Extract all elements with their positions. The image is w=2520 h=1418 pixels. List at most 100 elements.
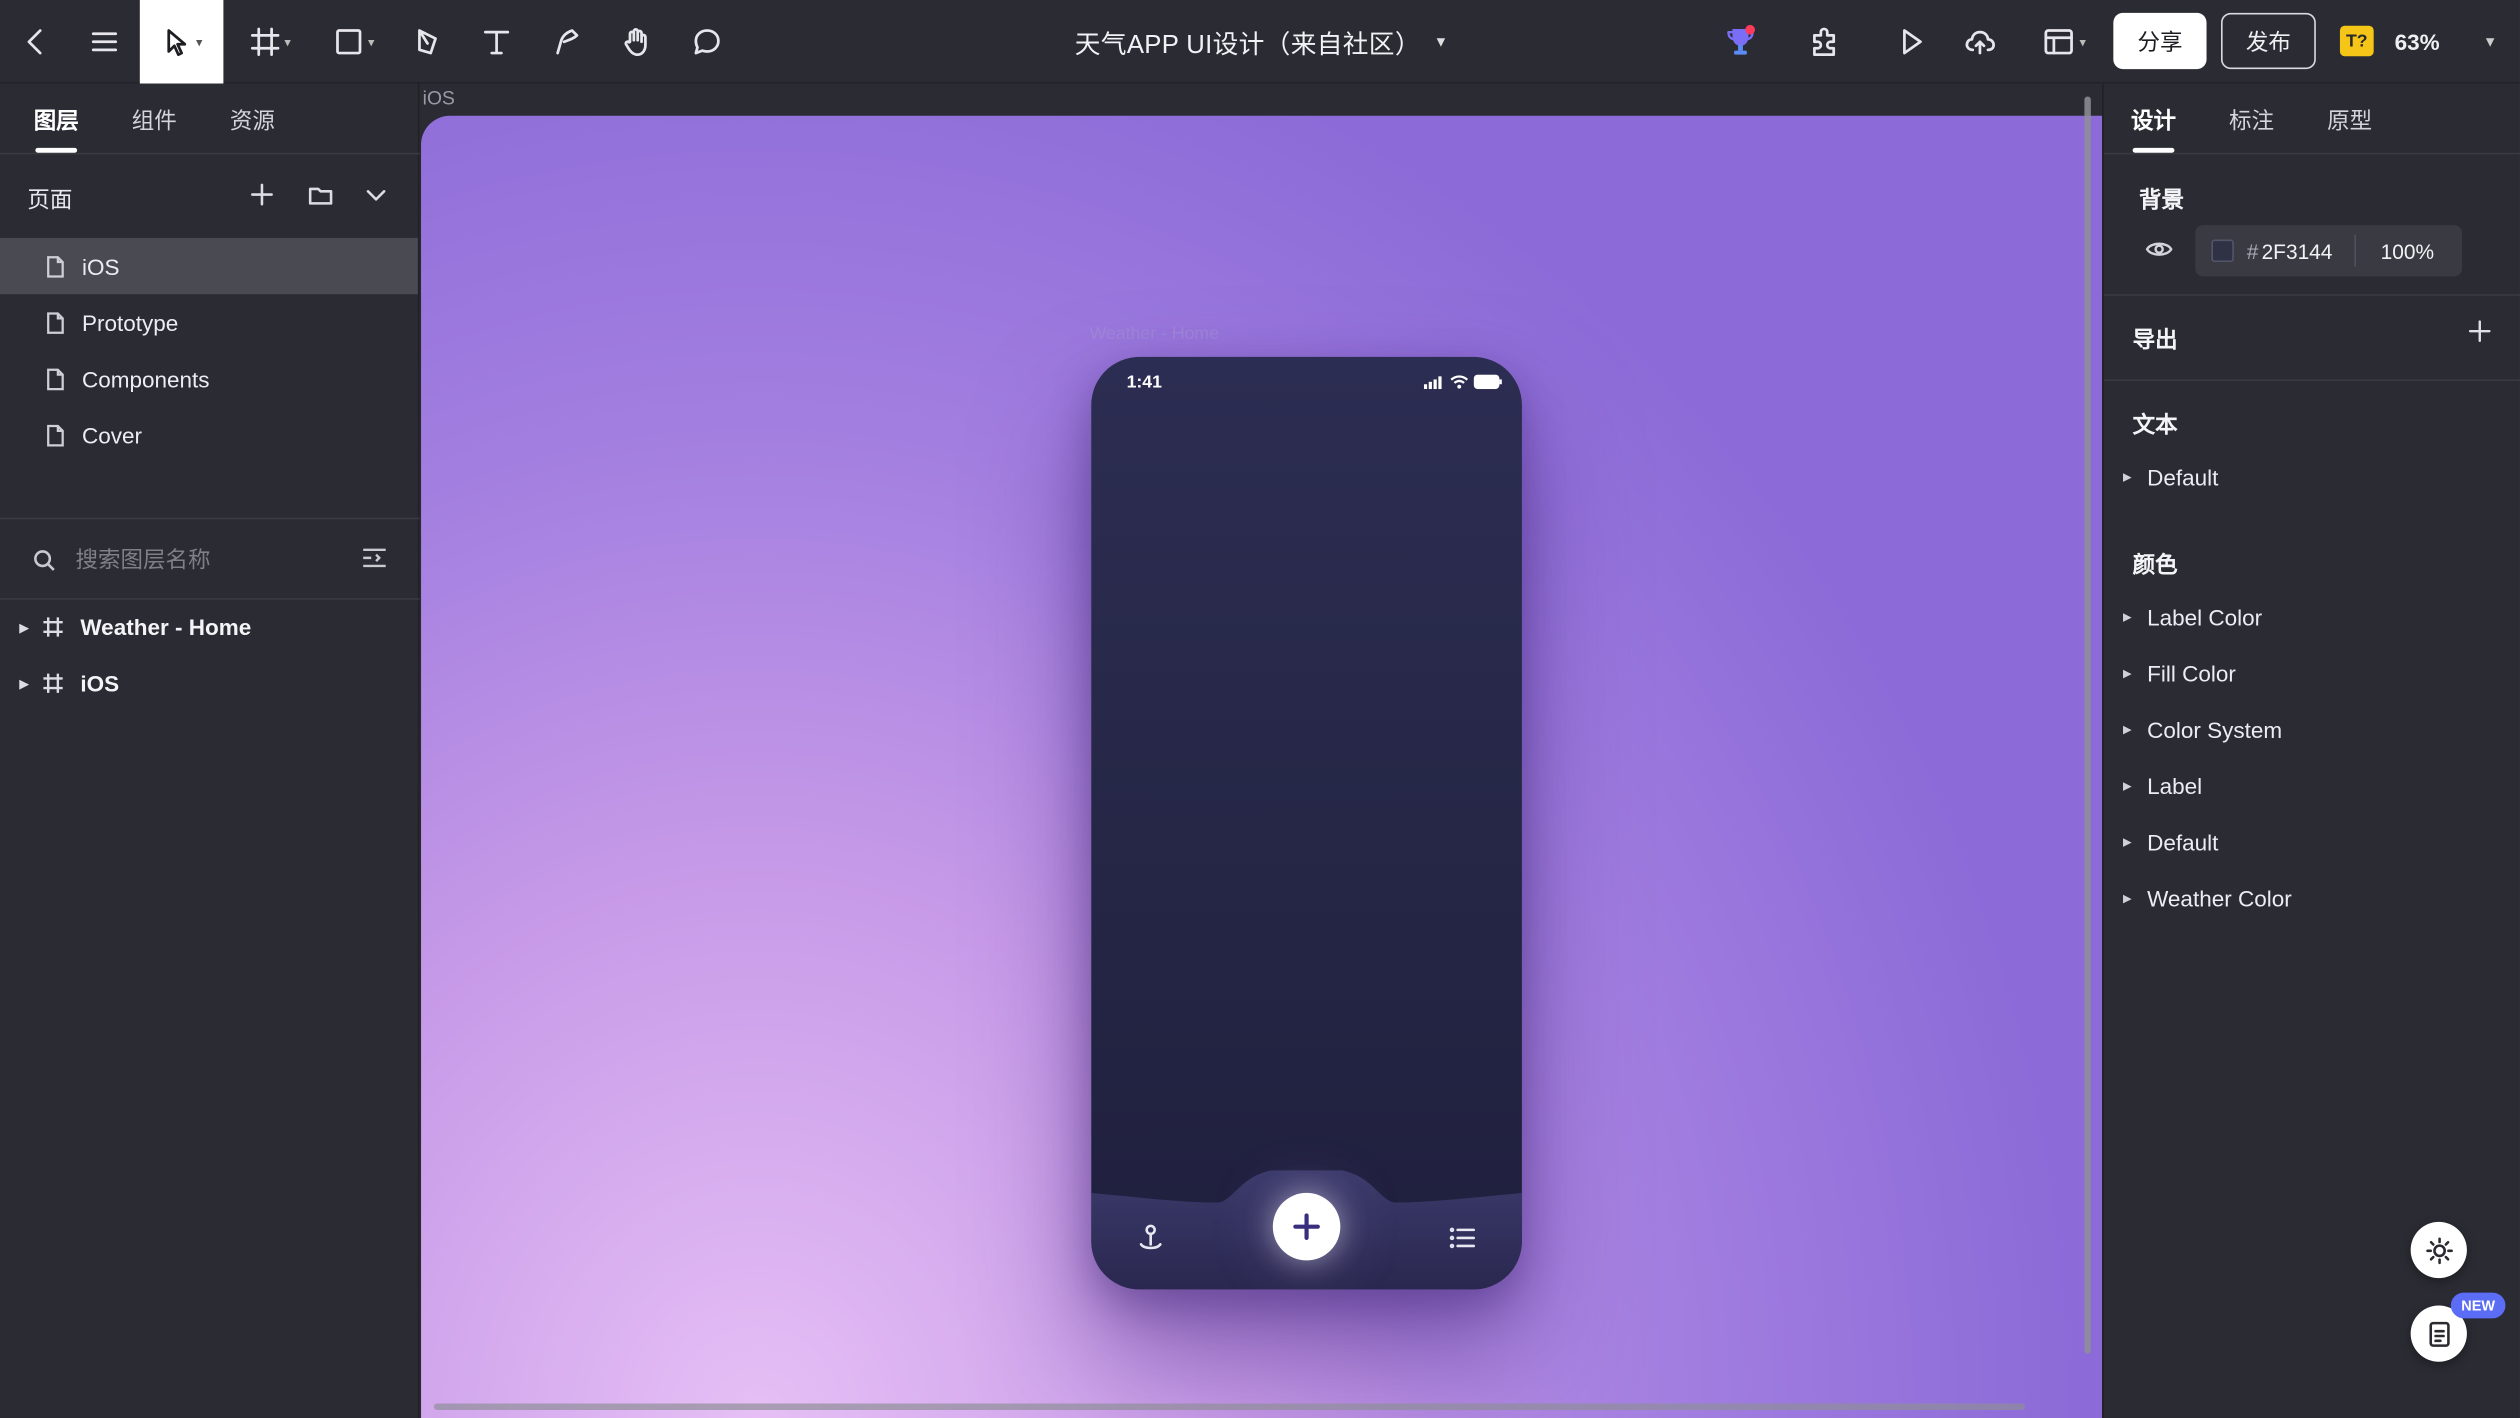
layer-search[interactable]: 搜索图层名称 (32, 534, 394, 585)
frame-name-label[interactable]: Weather - Home (1090, 325, 1219, 344)
page-icon (47, 255, 64, 277)
play-icon (1903, 29, 1922, 55)
main-menu-button[interactable] (80, 0, 128, 84)
expand-triangle-icon: ▶ (2122, 612, 2132, 624)
theme-toggle-button[interactable] (2410, 1221, 2467, 1279)
phone-frame-weather-home[interactable]: 1:41 (1091, 356, 1522, 1290)
tab-assets[interactable]: 资源 (230, 105, 275, 137)
export-heading: 导出 (2132, 326, 2178, 353)
back-icon (27, 29, 42, 55)
frame-tool-icon (250, 27, 280, 57)
missing-font-badge[interactable]: T? (2339, 25, 2374, 57)
plugins-button[interactable] (1802, 0, 1850, 84)
color-style-color-system[interactable]: ▶ Color System (2123, 712, 2282, 747)
add-page-button[interactable] (244, 177, 279, 212)
tab-list-button[interactable] (1448, 1223, 1477, 1260)
document-title[interactable]: 天气APP UI设计（来自社区） ▼ (1029, 0, 1495, 84)
tab-prototype[interactable]: 原型 (2327, 105, 2372, 137)
search-input[interactable]: 搜索图层名称 (76, 543, 211, 575)
tab-layers[interactable]: 图层 (34, 105, 79, 137)
share-button[interactable]: 分享 (2113, 12, 2207, 70)
plus-icon (251, 183, 273, 206)
tab-inspect[interactable]: 标注 (2229, 105, 2274, 137)
publish-button[interactable]: 发布 (2221, 12, 2316, 70)
frame-icon (43, 617, 63, 637)
move-tool-button[interactable]: ▾ (139, 0, 224, 84)
active-tab-indicator (2132, 147, 2175, 153)
add-city-button[interactable] (1272, 1192, 1341, 1261)
expand-triangle-icon: ▶ (2122, 725, 2132, 737)
text-tool-button[interactable] (474, 0, 519, 84)
expand-triangle-icon[interactable]: ▶ (19, 676, 41, 690)
color-style-default[interactable]: ▶ Default (2123, 825, 2218, 860)
eye-icon (2145, 242, 2173, 256)
comment-tool-button[interactable] (685, 0, 730, 84)
chevron-down-icon (366, 190, 386, 201)
background-opacity-input[interactable]: 100% (2381, 239, 2434, 263)
back-button[interactable] (13, 0, 58, 84)
background-hex-input[interactable]: 2F3144 (2262, 239, 2333, 263)
vertical-scrollbar[interactable] (2084, 96, 2091, 1354)
page-item-cover[interactable]: Cover (0, 407, 418, 463)
background-color-field[interactable]: # 2F3144 100% (2195, 225, 2463, 277)
preview-button[interactable] (1887, 0, 1935, 84)
status-bar-time: 1:41 (1126, 372, 1162, 393)
plus-icon (1293, 1213, 1320, 1241)
add-export-button[interactable] (2467, 318, 2493, 352)
frame-icon (43, 673, 63, 693)
layer-label: iOS (80, 670, 120, 697)
chevron-down-icon: ▾ (284, 34, 291, 50)
ios-board[interactable]: Weather - Home 1:41 (421, 115, 2103, 1418)
right-panel: 设计 标注 原型 背景 # 2F3144 100% 导出 文本 ▶ Defaul… (2102, 83, 2520, 1418)
color-style-label-color[interactable]: ▶ Label Color (2123, 600, 2262, 635)
location-pin-icon (1139, 1224, 1162, 1250)
background-color-swatch[interactable] (2211, 239, 2234, 263)
style-label: Label (2147, 773, 2203, 800)
upload-button[interactable] (1956, 0, 2004, 84)
color-style-fill-color[interactable]: ▶ Fill Color (2123, 656, 2236, 691)
app-window: ▾ ▾ ▾ 天气APP UI设计（来自社区） ▼ ▾ 分享 发布 T? 63% … (0, 0, 2520, 1418)
comment-tool-icon (694, 29, 720, 55)
folder-icon (308, 186, 332, 204)
page-item-prototype[interactable]: Prototype (0, 294, 418, 350)
layer-filter-button[interactable] (360, 543, 389, 580)
document-title-text: 天气APP UI设计（来自社区） (1074, 32, 1421, 60)
collapse-pages-button[interactable] (358, 177, 393, 212)
board-name-label[interactable]: iOS (423, 87, 455, 110)
pen-tool-button[interactable] (405, 0, 450, 84)
layer-weather-home[interactable]: ▶ Weather - Home (19, 603, 251, 651)
frame-tool-button[interactable]: ▾ (238, 0, 302, 84)
horizontal-scrollbar[interactable] (433, 1403, 2025, 1410)
pencil-tool-icon (556, 29, 579, 55)
layer-ios[interactable]: ▶ iOS (19, 659, 119, 707)
page-folder-button[interactable] (302, 177, 337, 212)
chevron-down-icon[interactable]: ▼ (2483, 0, 2497, 84)
tab-components[interactable]: 组件 (132, 105, 177, 137)
color-style-weather-color[interactable]: ▶ Weather Color (2123, 881, 2292, 916)
text-styles-heading: 文本 (2132, 411, 2178, 438)
chevron-down-icon: ▼ (1433, 33, 1449, 50)
tab-location-button[interactable] (1136, 1220, 1165, 1260)
page-item-components[interactable]: Components (0, 350, 418, 406)
shape-tool-button[interactable]: ▾ (321, 0, 385, 84)
background-heading: 背景 (2139, 186, 2185, 213)
background-visibility-toggle[interactable] (2145, 238, 2173, 267)
tab-design[interactable]: 设计 (2131, 105, 2176, 137)
cellular-signal-icon (1423, 375, 1442, 389)
text-style-default[interactable]: ▶ Default (2123, 460, 2218, 495)
design-canvas[interactable]: iOS Weather - Home 1:41 (421, 83, 2103, 1418)
layer-label: Weather - Home (80, 614, 252, 640)
page-item-ios[interactable]: iOS (0, 237, 418, 295)
page-item-label: iOS (81, 253, 120, 279)
expand-triangle-icon: ▶ (2122, 781, 2132, 793)
layout-button[interactable]: ▾ (2031, 0, 2095, 84)
wifi-icon (1450, 375, 1469, 389)
pencil-tool-button[interactable] (545, 0, 590, 84)
zoom-level[interactable]: 63% (2395, 0, 2440, 84)
color-style-label[interactable]: ▶ Label (2123, 768, 2202, 803)
hand-tool-button[interactable] (614, 0, 659, 84)
style-label: Default (2147, 464, 2219, 491)
page-item-label: Components (81, 365, 210, 392)
trophy-button[interactable] (1716, 0, 1764, 84)
expand-triangle-icon[interactable]: ▶ (19, 620, 41, 634)
